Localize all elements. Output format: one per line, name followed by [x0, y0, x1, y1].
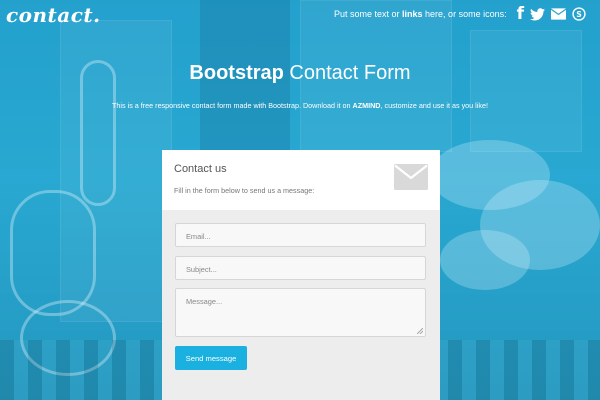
page-subtitle: This is a free responsive contact form m…: [112, 101, 488, 110]
message-textarea[interactable]: Message...: [175, 288, 426, 337]
envelope-icon: [394, 164, 428, 195]
site-logo[interactable]: contact.: [6, 3, 101, 27]
email-icon[interactable]: [551, 8, 566, 20]
send-message-button[interactable]: Send message: [175, 346, 247, 370]
form-title: Contact us: [174, 163, 227, 175]
form-description: Fill in the form below to send us a mess…: [174, 186, 315, 195]
top-bar: Put some text or links here, or some ico…: [334, 4, 586, 24]
resize-handle-icon[interactable]: [417, 328, 423, 334]
top-bar-text: Put some text or links here, or some ico…: [334, 9, 507, 19]
contact-form-card: Contact us Fill in the form below to sen…: [162, 150, 440, 400]
social-icons: f S: [517, 4, 586, 24]
form-header: Contact us Fill in the form below to sen…: [162, 150, 440, 210]
subject-field[interactable]: Subject...: [175, 256, 426, 280]
skype-icon[interactable]: S: [572, 7, 586, 21]
facebook-icon[interactable]: f: [517, 4, 524, 24]
twitter-icon[interactable]: [530, 7, 545, 21]
page-title: Bootstrap Contact Form: [189, 62, 411, 84]
email-field[interactable]: Email...: [175, 223, 426, 247]
svg-text:S: S: [576, 10, 582, 19]
azmind-link[interactable]: AZMIND: [353, 101, 381, 110]
top-bar-link[interactable]: links: [402, 9, 423, 19]
